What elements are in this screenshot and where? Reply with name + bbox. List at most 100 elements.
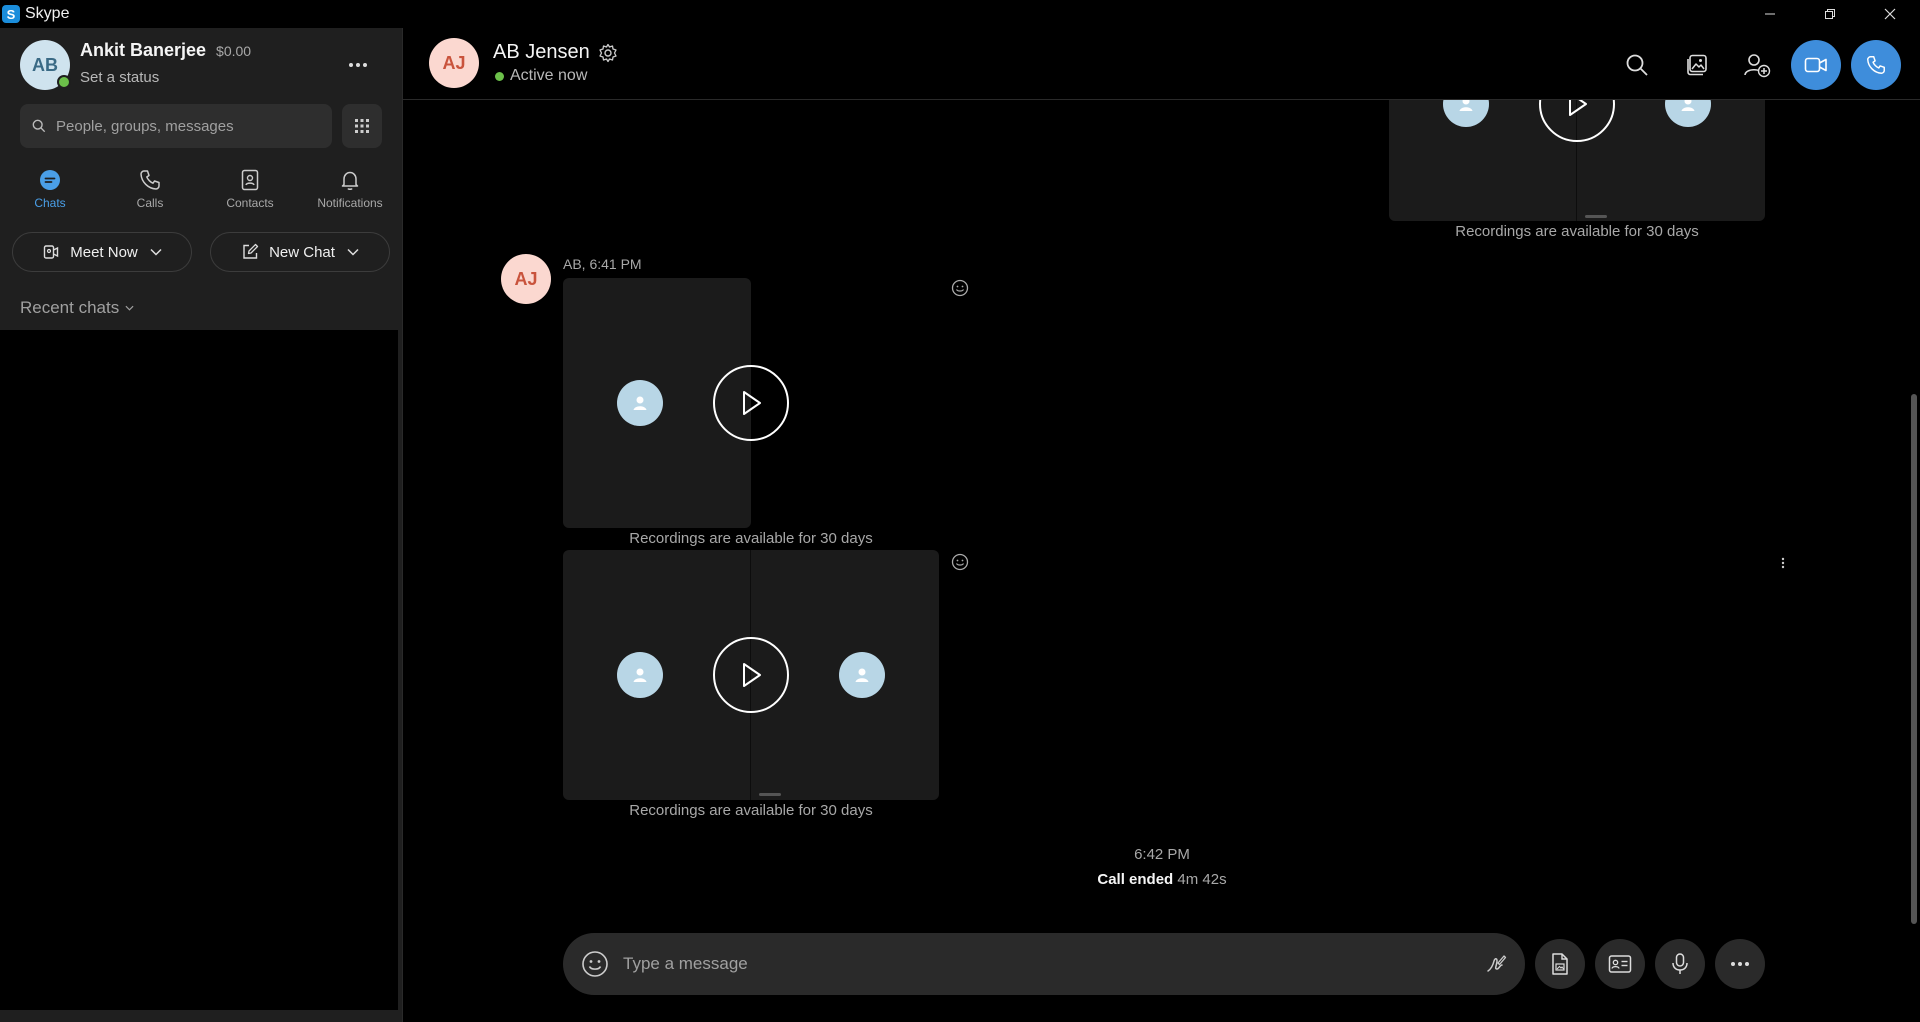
add-people-button[interactable] <box>1733 41 1781 89</box>
search-conversation-button[interactable] <box>1613 41 1661 89</box>
tab-calls[interactable]: Calls <box>100 168 200 228</box>
message-meta: AB, 6:41 PM <box>563 256 642 272</box>
contact-name[interactable]: AB Jensen <box>493 41 590 64</box>
search-box[interactable] <box>20 104 332 148</box>
close-window-button[interactable] <box>1860 0 1920 28</box>
avatar-initials: AB <box>32 54 58 75</box>
recording-note: Recordings are available for 30 days <box>1455 223 1699 240</box>
call-ended-label: Call ended <box>1097 871 1174 888</box>
search-icon <box>1626 54 1648 76</box>
call-duration: 4m 42s <box>1177 871 1227 888</box>
new-chat-label: New Chat <box>269 243 335 261</box>
message-more-button[interactable] <box>1781 556 1785 574</box>
text-format-button[interactable] <box>1485 953 1507 975</box>
play-button[interactable] <box>713 365 789 441</box>
smiley-icon <box>951 553 969 571</box>
recording-note: Recordings are available for 30 days <box>629 530 873 547</box>
gallery-button[interactable] <box>1673 41 1721 89</box>
minimize-icon <box>1765 13 1775 15</box>
skype-credit[interactable]: $0.00 <box>216 43 251 59</box>
tab-contacts[interactable]: Contacts <box>200 168 300 228</box>
meet-now-icon <box>44 245 59 259</box>
conversation-settings-button[interactable] <box>598 43 618 63</box>
participant-avatar <box>617 380 663 426</box>
tab-notifications[interactable]: Notifications <box>300 168 400 228</box>
header-actions <box>1601 40 1901 90</box>
profile-text: Ankit Banerjee $0.00 Set a status <box>80 40 251 86</box>
file-image-icon <box>1552 953 1568 975</box>
play-icon <box>743 663 761 687</box>
chat-header: AJ AB Jensen Active now <box>403 28 1920 100</box>
video-camera-icon <box>1804 57 1827 73</box>
restore-button[interactable] <box>1800 0 1860 28</box>
meet-now-label: Meet Now <box>70 243 138 261</box>
chevron-down-icon <box>150 248 162 256</box>
call-timestamp: 6:42 PM <box>1134 846 1190 863</box>
tab-chats-label: Chats <box>34 196 66 210</box>
dialpad-button[interactable] <box>342 104 382 148</box>
new-chat-button[interactable]: New Chat <box>210 232 390 272</box>
minimize-button[interactable] <box>1740 0 1800 28</box>
person-icon <box>633 396 647 410</box>
contact-avatar[interactable]: AJ <box>429 38 479 88</box>
participant-avatar <box>839 652 885 698</box>
tab-contacts-label: Contacts <box>226 196 274 210</box>
send-contact-button[interactable] <box>1595 939 1645 989</box>
add-reaction-button[interactable] <box>949 277 971 299</box>
title-bar: S Skype <box>0 0 1920 28</box>
sidebar: AB Ankit Banerjee $0.00 Set a status Cha… <box>0 28 402 1022</box>
voice-message-button[interactable] <box>1655 939 1705 989</box>
skype-logo-icon: S <box>2 5 20 23</box>
audio-call-button[interactable] <box>1851 40 1901 90</box>
sender-initials: AJ <box>514 268 538 289</box>
microphone-icon <box>1672 953 1688 974</box>
recording-card-2[interactable] <box>563 550 939 800</box>
video-progress-handle <box>759 793 781 796</box>
chat-pane: Recordings are available for 30 days AJ … <box>402 28 1920 1022</box>
recent-chats-header[interactable]: Recent chats <box>20 298 134 318</box>
video-call-button[interactable] <box>1791 40 1841 90</box>
message-input[interactable] <box>623 954 1443 974</box>
bell-icon <box>341 171 359 190</box>
smiley-icon <box>951 279 969 297</box>
profile-card[interactable]: AB Ankit Banerjee $0.00 Set a status <box>20 40 251 90</box>
call-ended-notice: Call ended 4m 42s <box>403 871 1920 888</box>
chat-bubble-icon <box>40 170 60 190</box>
set-status-link[interactable]: Set a status <box>80 69 251 86</box>
chat-scrollbar[interactable] <box>1911 394 1917 924</box>
sender-avatar[interactable]: AJ <box>501 254 551 304</box>
chevron-down-icon <box>125 305 134 311</box>
tab-notifications-label: Notifications <box>317 196 383 210</box>
action-buttons: Meet Now New Chat <box>12 232 390 272</box>
more-options-button[interactable] <box>348 50 368 80</box>
dialpad-icon <box>355 119 369 133</box>
gear-icon <box>599 43 617 62</box>
send-file-button[interactable] <box>1535 939 1585 989</box>
contact-presence: Active now <box>495 67 587 85</box>
message-composer[interactable] <box>563 933 1525 995</box>
search-icon <box>32 119 46 133</box>
smiley-icon <box>582 951 608 977</box>
window-controls <box>1740 0 1920 28</box>
emoji-button[interactable] <box>581 950 609 978</box>
video-progress-handle <box>1585 215 1607 218</box>
recent-chats-list[interactable] <box>0 330 398 1010</box>
add-reaction-button[interactable] <box>949 551 971 573</box>
tab-calls-label: Calls <box>136 196 164 210</box>
meet-now-button[interactable]: Meet Now <box>12 232 192 272</box>
play-button[interactable] <box>713 637 789 713</box>
gallery-icon <box>1687 54 1707 76</box>
contact-card-icon <box>1608 955 1632 973</box>
contact-name-row: AB Jensen <box>493 41 618 64</box>
window-title: Skype <box>25 5 70 22</box>
more-horizontal-icon <box>349 63 367 67</box>
avatar[interactable]: AB <box>20 40 71 90</box>
chevron-down-icon <box>347 248 359 256</box>
recent-chats-label: Recent chats <box>20 298 120 317</box>
more-composer-options-button[interactable] <box>1715 939 1765 989</box>
phone-icon <box>1867 56 1885 74</box>
handwriting-icon <box>1487 955 1507 972</box>
search-input[interactable] <box>56 117 316 135</box>
close-icon <box>1884 8 1896 20</box>
tab-chats[interactable]: Chats <box>0 168 100 228</box>
